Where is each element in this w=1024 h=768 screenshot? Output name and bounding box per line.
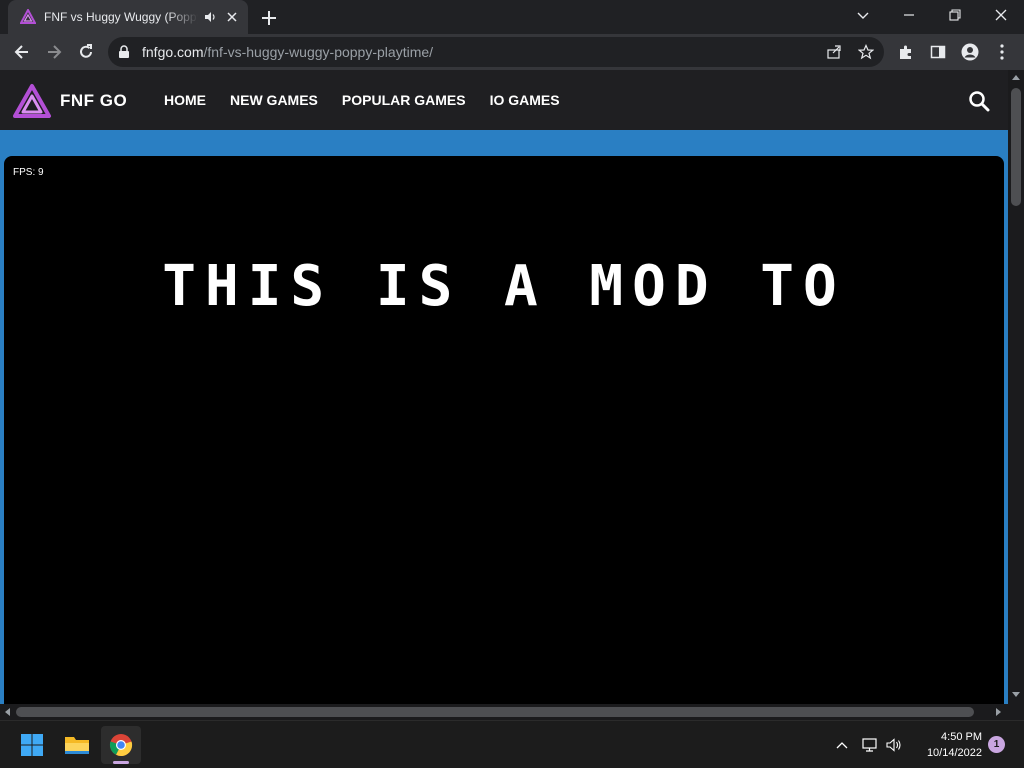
site-header: FNF GO HOME NEW GAMES POPULAR GAMES IO G… (0, 70, 1008, 130)
fnfgo-logo-icon (13, 84, 51, 118)
clock-time: 4:50 PM (941, 731, 982, 743)
windows-taskbar: 4:50 PM 10/14/2022 1 (0, 720, 1024, 768)
forward-button[interactable] (42, 40, 66, 64)
browser-tab[interactable]: FNF vs Huggy Wuggy (Poppy Playtime) (8, 0, 248, 34)
browser-toolbar: fnfgo.com/fnf-vs-huggy-wuggy-poppy-playt… (0, 34, 1024, 70)
bookmark-star-icon[interactable] (858, 44, 874, 60)
tab-search-button[interactable] (840, 0, 886, 30)
logo-text: FNF GO (60, 91, 128, 110)
chevron-down-icon (857, 12, 869, 19)
profile-icon (961, 43, 979, 61)
scroll-right-arrow-icon[interactable] (996, 708, 1001, 716)
scroll-up-arrow-icon[interactable] (1012, 75, 1020, 80)
game-canvas[interactable]: FPS: 9 THIS IS A MOD TO (4, 156, 1004, 704)
restore-button[interactable] (932, 0, 978, 30)
volume-icon (886, 738, 901, 752)
arrow-left-icon (14, 45, 28, 59)
side-panel-button[interactable] (926, 40, 950, 64)
network-button[interactable] (860, 735, 880, 755)
fps-counter: FPS: 9 (13, 167, 44, 178)
scroll-down-arrow-icon[interactable] (1012, 692, 1020, 697)
search-icon[interactable] (968, 90, 990, 112)
active-app-indicator (113, 761, 129, 764)
nav-io-games[interactable]: IO GAMES (490, 92, 560, 108)
back-button[interactable] (10, 40, 34, 64)
vertical-scroll-thumb[interactable] (1011, 88, 1021, 206)
side-panel-icon (930, 45, 946, 59)
new-tab-button[interactable] (258, 7, 280, 29)
close-window-button[interactable] (978, 0, 1024, 30)
share-icon[interactable] (826, 44, 842, 60)
close-icon (995, 9, 1007, 21)
minimize-button[interactable] (886, 0, 932, 30)
horizontal-scroll-thumb[interactable] (16, 707, 974, 717)
fnfgo-favicon-icon (20, 9, 36, 24)
scrollbar-corner (1008, 704, 1024, 720)
lock-icon[interactable] (118, 45, 130, 59)
menu-button[interactable] (990, 40, 1014, 64)
nav-new-games[interactable]: NEW GAMES (230, 92, 318, 108)
site-logo[interactable]: FNF GO (12, 83, 127, 119)
puzzle-icon (900, 45, 911, 59)
chrome-icon (109, 734, 133, 757)
url-path: /fnf-vs-huggy-wuggy-poppy-playtime/ (203, 44, 434, 60)
reload-button[interactable] (74, 40, 98, 64)
main-nav: HOME NEW GAMES POPULAR GAMES IO GAMES (164, 92, 584, 108)
more-vert-icon (1000, 44, 1004, 60)
start-button[interactable] (12, 726, 52, 764)
url-text[interactable]: fnfgo.com/fnf-vs-huggy-wuggy-poppy-playt… (142, 44, 433, 60)
scroll-left-arrow-icon[interactable] (5, 708, 10, 716)
nav-home[interactable]: HOME (164, 92, 206, 108)
profile-button[interactable] (958, 40, 982, 64)
vertical-scrollbar[interactable] (1008, 70, 1024, 704)
system-clock[interactable]: 4:50 PM 10/14/2022 (910, 729, 982, 761)
volume-button[interactable] (884, 735, 904, 755)
tray-overflow-button[interactable] (832, 735, 852, 755)
nav-popular-games[interactable]: POPULAR GAMES (342, 92, 466, 108)
address-bar[interactable]: fnfgo.com/fnf-vs-huggy-wuggy-poppy-playt… (108, 37, 884, 67)
chevron-up-icon (836, 742, 848, 749)
horizontal-scrollbar[interactable] (0, 704, 1008, 720)
notification-badge[interactable]: 1 (988, 736, 1005, 753)
restore-icon (949, 9, 961, 21)
arrow-right-icon (48, 45, 62, 59)
file-explorer-button[interactable] (57, 726, 97, 764)
tab-close-icon[interactable] (224, 9, 240, 25)
minimize-icon (904, 14, 914, 16)
network-icon (862, 738, 877, 752)
windows-start-icon (21, 734, 43, 756)
reload-icon (80, 44, 92, 58)
url-host: fnfgo.com (142, 44, 204, 60)
tab-strip: FNF vs Huggy Wuggy (Poppy Playtime) (0, 0, 1024, 34)
clock-date: 10/14/2022 (926, 747, 982, 759)
page-viewport: FNF GO HOME NEW GAMES POPULAR GAMES IO G… (0, 70, 1008, 704)
chrome-taskbar-button[interactable] (101, 726, 141, 764)
speaker-icon[interactable] (202, 9, 218, 25)
tab-title: FNF vs Huggy Wuggy (Poppy Playtime) (44, 10, 198, 24)
file-explorer-icon (65, 737, 89, 754)
extensions-button[interactable] (894, 40, 918, 64)
game-intro-text: THIS IS A MOD TO (162, 254, 846, 319)
